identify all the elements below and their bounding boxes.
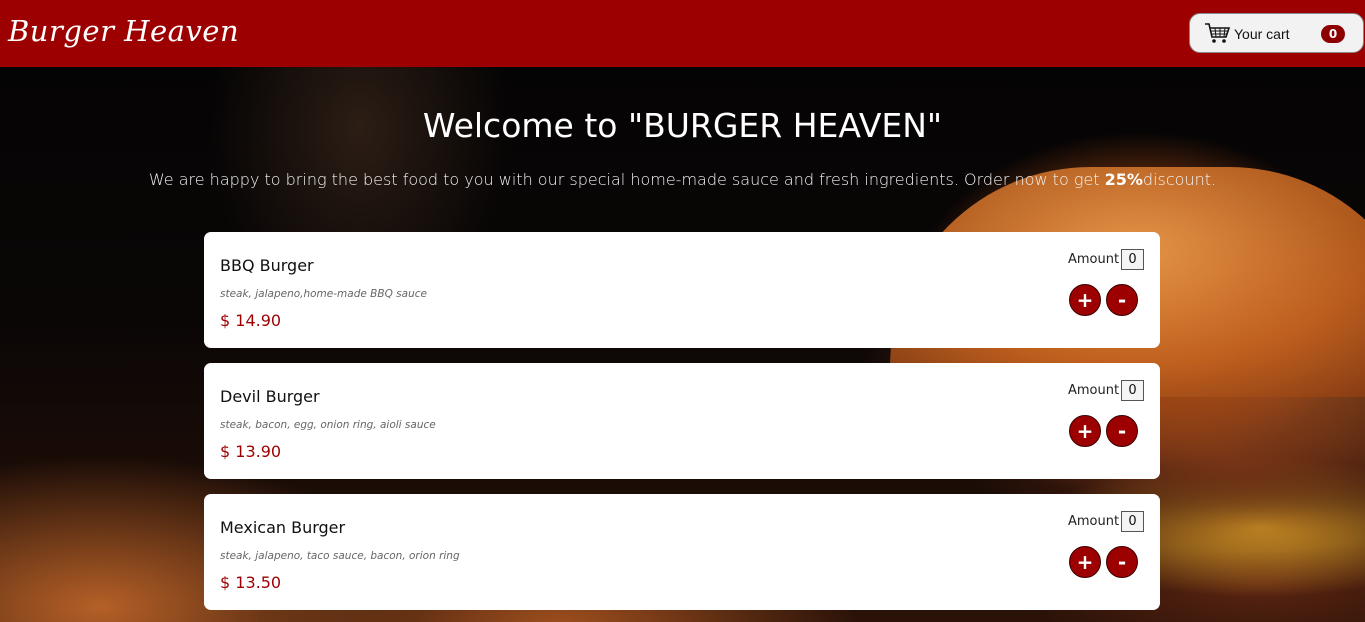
menu-item-price: $ 14.90 <box>220 311 282 330</box>
increase-button[interactable]: + <box>1069 546 1101 578</box>
decrease-button[interactable]: - <box>1106 284 1138 316</box>
menu-item-card: Devil Burger steak, bacon, egg, onion ri… <box>204 363 1160 479</box>
menu-item-description: steak, jalapeno, taco sauce, bacon, orio… <box>220 550 460 562</box>
menu-item-name: BBQ Burger <box>220 256 314 275</box>
amount-field[interactable]: 0 <box>1121 380 1144 401</box>
discount-highlight: 25% <box>1104 170 1143 189</box>
menu-item-price: $ 13.50 <box>220 573 282 592</box>
site-logo[interactable]: Burger Heaven <box>8 14 239 48</box>
decrease-button[interactable]: - <box>1106 415 1138 447</box>
increase-button[interactable]: + <box>1069 415 1101 447</box>
header-bar: Burger Heaven Your cart 0 <box>0 0 1365 67</box>
amount-label: Amount <box>1068 252 1120 267</box>
menu-item-description: steak, jalapeno,home-made BBQ sauce <box>220 288 427 300</box>
menu-item-price: $ 13.90 <box>220 442 282 461</box>
menu-item-card: Mexican Burger steak, jalapeno, taco sau… <box>204 494 1160 610</box>
amount-field[interactable]: 0 <box>1121 511 1144 532</box>
intro-text-end: discount. <box>1142 170 1217 189</box>
amount-field[interactable]: 0 <box>1121 249 1144 270</box>
menu-item-name: Mexican Burger <box>220 518 346 537</box>
intro-text: We are happy to bring the best food to y… <box>0 170 1365 189</box>
decrease-button[interactable]: - <box>1106 546 1138 578</box>
increase-button[interactable]: + <box>1069 284 1101 316</box>
amount-label: Amount <box>1068 514 1120 529</box>
menu-item-card: BBQ Burger steak, jalapeno,home-made BBQ… <box>204 232 1160 348</box>
welcome-heading: Welcome to "BURGER HEAVEN" <box>422 106 943 145</box>
shopping-cart-icon <box>1205 23 1230 43</box>
menu-item-description: steak, bacon, egg, onion ring, aioli sau… <box>220 419 436 431</box>
cart-button[interactable]: Your cart 0 <box>1189 13 1364 53</box>
cart-label: Your cart <box>1234 26 1290 42</box>
amount-label: Amount <box>1068 383 1120 398</box>
intro-text-start: We are happy to bring the best food to y… <box>148 170 1105 189</box>
menu-item-name: Devil Burger <box>220 387 320 406</box>
cart-count-badge: 0 <box>1321 25 1345 43</box>
